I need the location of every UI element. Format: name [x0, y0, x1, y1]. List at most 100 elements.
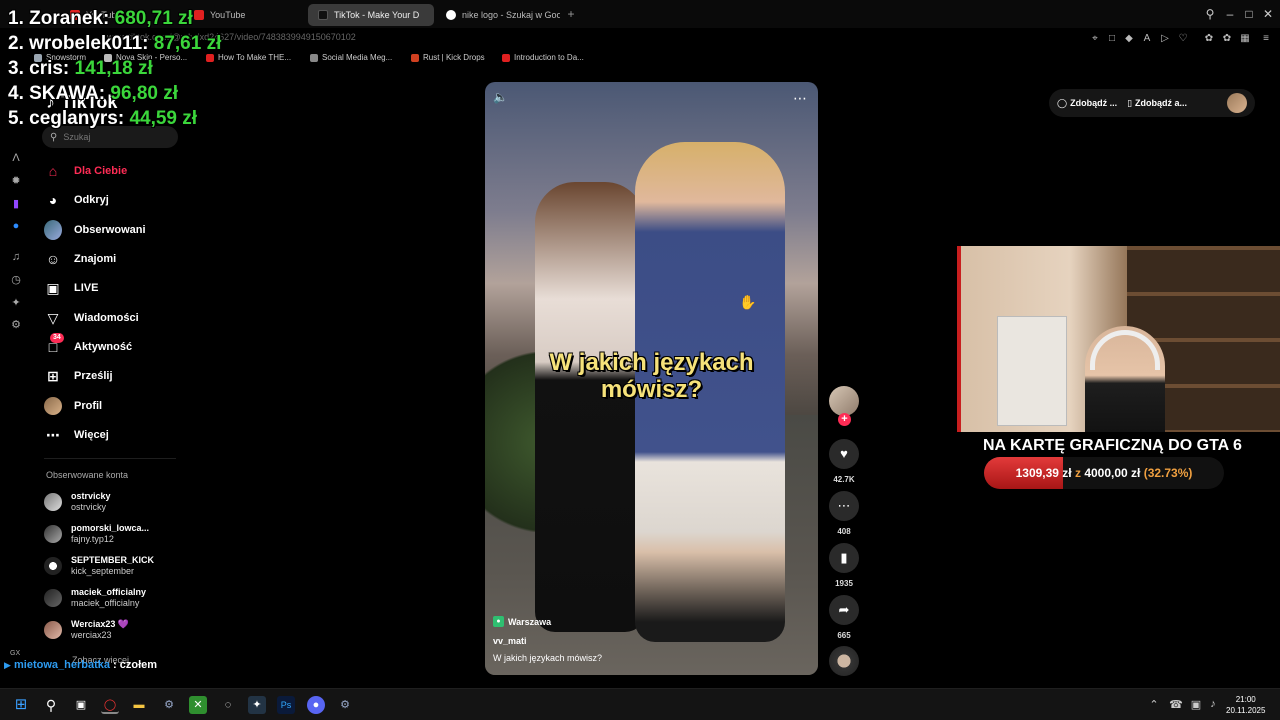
messenger-icon[interactable]: ●: [8, 218, 24, 234]
screenshot-icon[interactable]: □: [1106, 32, 1118, 46]
bookmark-icon[interactable]: ▮: [829, 543, 859, 573]
nav-explore[interactable]: ◕ Odkryj: [44, 188, 109, 212]
steam-icon[interactable]: ⚙: [160, 696, 178, 714]
share-icon[interactable]: ➦: [829, 595, 859, 625]
upload-icon: ⊞: [47, 367, 59, 384]
get-app-button[interactable]: ▯ Zdobądź a...: [1127, 98, 1187, 109]
maximize-icon[interactable]: □: [1242, 7, 1256, 21]
taskbar-clock[interactable]: 21:00 20.11.2025: [1226, 694, 1265, 716]
bookmark-item[interactable]: Social Media Meg...: [310, 53, 392, 62]
cat-icon[interactable]: ✦: [8, 295, 24, 311]
followed-account[interactable]: ostrvicky ostrvicky: [44, 491, 111, 513]
divider: [44, 458, 176, 459]
messages-icon: ▽: [47, 309, 59, 326]
search-icon[interactable]: ⚲: [42, 696, 60, 714]
menu-icon[interactable]: ≡: [1260, 32, 1272, 46]
bookmark-item[interactable]: Rust | Kick Drops: [411, 53, 485, 62]
extension-icon[interactable]: ✿: [1221, 32, 1233, 46]
windows-start-icon[interactable]: ⊞: [12, 696, 30, 714]
shield-icon[interactable]: ◆: [1123, 32, 1135, 46]
network-icon[interactable]: ▣: [1189, 698, 1203, 711]
followed-account[interactable]: SEPTEMBER_KICK kick_september: [44, 555, 154, 577]
volume-icon[interactable]: ♪: [1206, 698, 1220, 710]
creator-avatar[interactable]: [829, 386, 859, 416]
comment-icon[interactable]: ⋯: [829, 491, 859, 521]
search-tabs-icon[interactable]: ⚲: [1203, 7, 1217, 21]
nav-profile[interactable]: Profil: [44, 394, 102, 418]
nav-more[interactable]: ⋯ Więcej: [44, 423, 109, 447]
steam-icon[interactable]: ⚙: [336, 696, 354, 714]
nav-for-you[interactable]: ⌂ Dla Ciebie: [44, 159, 127, 183]
file-explorer-icon[interactable]: ▬: [130, 696, 148, 714]
music-icon[interactable]: ♫: [8, 249, 24, 265]
chatgpt-icon[interactable]: ✹: [8, 173, 24, 189]
new-tab-icon[interactable]: +: [565, 7, 577, 21]
video-player[interactable]: W jakich językach mówisz? 🔈 ⋯ ✋ ● Warsza…: [485, 82, 818, 675]
settings-icon[interactable]: ⚙: [8, 317, 24, 333]
comment-action: ⋯ 408: [829, 491, 859, 536]
task-view-icon[interactable]: ▣: [72, 696, 90, 714]
extension-icon[interactable]: ✿: [1203, 32, 1215, 46]
follow-plus-icon[interactable]: +: [838, 413, 851, 426]
goal-title: NA KARTĘ GRAFICZNĄ DO GTA 6: [983, 437, 1242, 454]
xbox-icon[interactable]: ✕: [189, 696, 207, 714]
bookmark-item[interactable]: Introduction to Da...: [502, 53, 584, 62]
goal-progress-bar: 1309,39 zł z 4000,00 zł (32.73%): [984, 457, 1224, 489]
youtube-icon: [502, 53, 510, 62]
gx-label: GX: [10, 650, 21, 657]
chat-badge-icon: ▶: [4, 660, 11, 670]
more-icon: ⋯: [46, 426, 60, 443]
nav-messages[interactable]: ▽ Wiadomości: [44, 306, 139, 330]
davinci-icon[interactable]: ✦: [248, 696, 266, 714]
microphone-icon[interactable]: ☎: [1169, 698, 1183, 711]
nav-upload[interactable]: ⊞ Prześlij: [44, 364, 112, 388]
get-coins-button[interactable]: ◯ Zdobądź ...: [1057, 98, 1117, 109]
heart-icon[interactable]: ♡: [1177, 32, 1189, 46]
opera-gx-icon[interactable]: ◯: [101, 696, 119, 714]
volume-icon[interactable]: 🔈: [493, 90, 509, 106]
app-icon[interactable]: ◌: [219, 696, 237, 714]
bookmark-pin-icon[interactable]: ⌖: [1089, 32, 1101, 46]
nav-live[interactable]: ▣ LIVE: [44, 276, 98, 300]
followed-account[interactable]: maciek_officialny maciek_officialny: [44, 587, 146, 609]
photoshop-icon[interactable]: Ps: [277, 696, 295, 714]
chevron-up-icon[interactable]: ⌃: [1147, 698, 1161, 711]
discord-icon[interactable]: ●: [307, 696, 325, 714]
notification-badge: 34: [50, 333, 64, 343]
more-options-icon[interactable]: ⋯: [793, 90, 808, 107]
followed-account[interactable]: pomorski_lowca... fajny.typ12: [44, 523, 149, 545]
clock-icon[interactable]: ◷: [8, 272, 24, 288]
search-icon: ⚲: [50, 131, 58, 143]
avatar: [44, 493, 62, 511]
phone-icon: ▯: [1127, 97, 1133, 108]
tiktok-icon: [318, 10, 328, 20]
activity-icon: □ 34: [44, 333, 64, 356]
coin-icon: ◯: [1057, 97, 1068, 108]
share-action: ➦ 665: [829, 595, 859, 640]
followed-accounts-title: Obserwowane konta: [46, 470, 129, 480]
followed-account[interactable]: Werciax23 💜 werciax23: [44, 619, 129, 641]
music-disc-icon[interactable]: [829, 646, 859, 676]
minimize-icon[interactable]: –: [1223, 7, 1237, 21]
donation-leaderboard: 1. Zoranek: 680,71 zł 2. wrobelek011: 87…: [8, 6, 221, 131]
extensions-menu-icon[interactable]: ▦: [1239, 32, 1251, 46]
location-tag[interactable]: ● Warszawa: [493, 616, 551, 627]
search-input[interactable]: [63, 132, 164, 142]
tab-tiktok[interactable]: TikTok - Make Your D: [308, 4, 434, 26]
play-icon[interactable]: ▷: [1159, 32, 1171, 46]
avatar: [44, 621, 62, 639]
nav-activity[interactable]: □ 34 Aktywność: [44, 333, 132, 359]
translate-icon[interactable]: A: [1141, 32, 1153, 46]
close-icon[interactable]: ✕: [1261, 7, 1275, 21]
mouse-cursor-icon: ✋: [739, 294, 757, 310]
twitch-icon[interactable]: ▮: [8, 196, 24, 212]
nav-following[interactable]: Obserwowani: [44, 218, 146, 242]
browser-sidebar: Λ ✹ ▮ ● ♫ ◷ ✦ ⚙ GX: [0, 68, 32, 688]
aria-icon[interactable]: Λ: [8, 150, 24, 166]
tab-google[interactable]: nike logo - Szukaj w Goog: [436, 4, 560, 26]
nav-friends[interactable]: ☺ Znajomi: [44, 247, 116, 271]
user-avatar[interactable]: [1227, 93, 1247, 113]
video-author[interactable]: vv_mati: [493, 636, 527, 646]
heart-icon[interactable]: ♥: [829, 439, 859, 469]
like-count: 42.7K: [833, 475, 855, 484]
